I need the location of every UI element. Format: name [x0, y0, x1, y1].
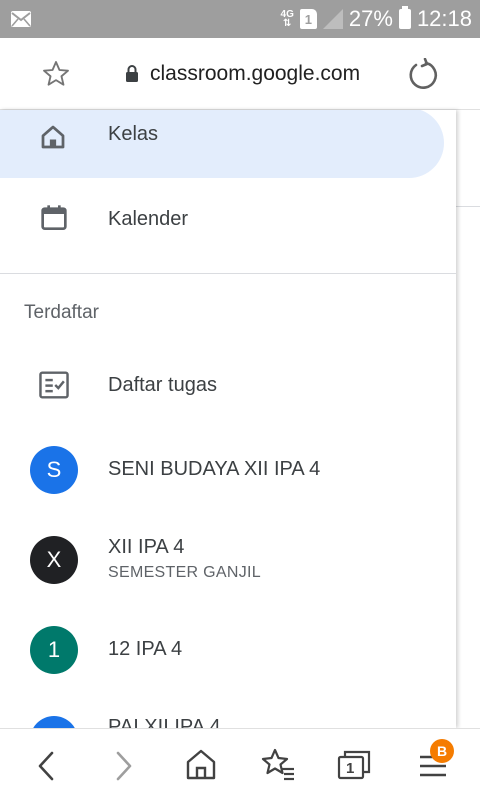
- battery-icon: [398, 6, 411, 29]
- mail-notification-icon: [11, 11, 31, 27]
- home-icon[interactable]: [184, 747, 218, 781]
- status-bar: 4G ⇅ 1 27% 12:18: [0, 0, 480, 38]
- reload-icon[interactable]: [406, 58, 440, 92]
- class-item[interactable]: 1 12 IPA 4: [0, 620, 456, 676]
- class-avatar: S: [30, 446, 78, 494]
- url-bar: classroom.google.com: [0, 38, 480, 110]
- class-item[interactable]: X XII IPA 4 SEMESTER GANJIL: [0, 528, 456, 594]
- browser-bottom-bar: 1 B: [0, 728, 480, 800]
- url-text[interactable]: classroom.google.com: [150, 62, 360, 86]
- class-item[interactable]: PAI XII IPA 4: [0, 708, 456, 728]
- class-name: PAI XII IPA 4: [108, 716, 221, 728]
- nav-item-label: Kalender: [108, 208, 189, 230]
- assignment-list-icon: [39, 371, 69, 399]
- clock: 12:18: [416, 6, 472, 31]
- class-avatar: 1: [30, 626, 78, 674]
- class-subtitle: SEMESTER GANJIL: [108, 564, 261, 581]
- section-title: Terdaftar: [24, 302, 99, 323]
- screen: 4G ⇅ 1 27% 12:18 classroom.google.com Ke…: [0, 0, 480, 800]
- class-item[interactable]: S SENI BUDAYA XII IPA 4: [0, 442, 456, 498]
- lock-icon: [126, 65, 138, 82]
- page-divider: [456, 206, 480, 207]
- nav-item-label: Kelas: [108, 123, 159, 145]
- navigation-drawer: Kelas Kalender Terdaftar Daftar tugas S …: [0, 110, 456, 728]
- menu-notification-badge: B: [430, 739, 454, 763]
- tabs-button[interactable]: 1: [336, 749, 372, 781]
- nav-item-kalender[interactable]: Kalender: [0, 190, 456, 250]
- class-avatar: X: [30, 536, 78, 584]
- class-name: 12 IPA 4: [108, 638, 183, 660]
- class-avatar: [30, 716, 78, 728]
- bookmarks-icon[interactable]: [260, 747, 296, 781]
- tab-count: 1: [346, 760, 355, 777]
- class-name: XII IPA 4: [108, 536, 185, 558]
- bookmark-star-icon[interactable]: [40, 58, 72, 90]
- calendar-icon: [41, 205, 67, 230]
- signal-icon: [322, 9, 343, 29]
- todo-item[interactable]: Daftar tugas: [0, 356, 456, 416]
- sim-indicator: 1: [299, 9, 317, 29]
- nav-item-kelas[interactable]: Kelas: [0, 110, 444, 178]
- back-icon[interactable]: [34, 749, 58, 783]
- forward-icon[interactable]: [112, 749, 136, 783]
- battery-percent: 27%: [348, 6, 393, 31]
- todo-label: Daftar tugas: [108, 374, 217, 396]
- drawer-divider: [0, 273, 456, 274]
- class-name: SENI BUDAYA XII IPA 4: [108, 458, 321, 480]
- network-type-icon: 4G ⇅: [280, 9, 294, 29]
- home-icon: [41, 125, 65, 149]
